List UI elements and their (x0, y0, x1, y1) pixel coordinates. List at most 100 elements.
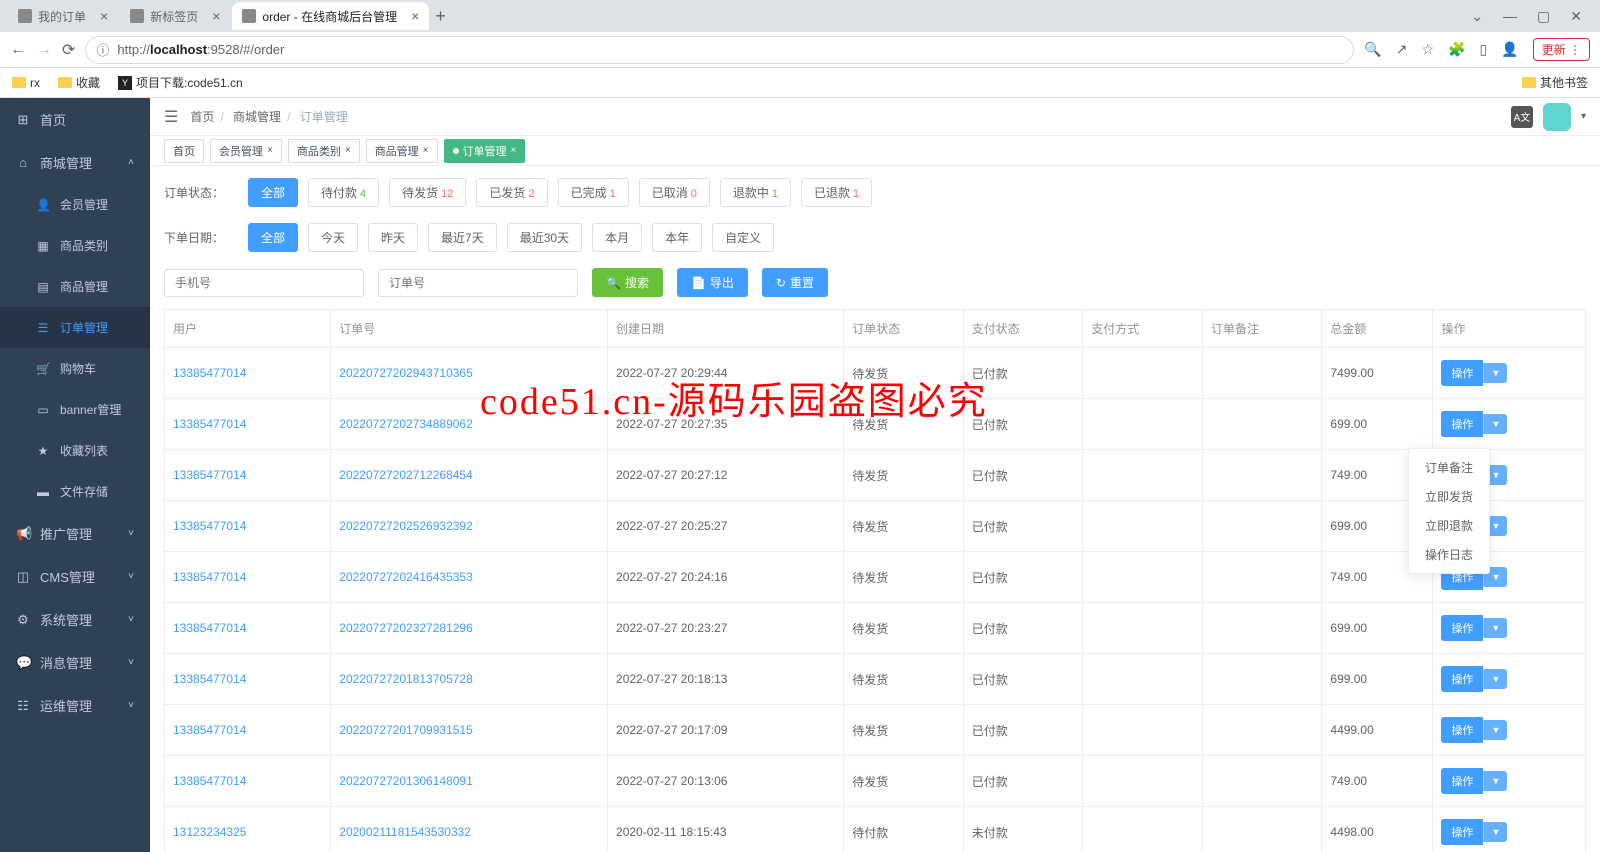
breadcrumb-mall[interactable]: 商城管理 (233, 110, 281, 124)
order-link[interactable]: 20220727202526932392 (339, 519, 472, 533)
nav-tab-商品类别[interactable]: 商品类别× (288, 139, 360, 163)
nav-tab-首页[interactable]: 首页 (164, 139, 204, 163)
caret-down-icon[interactable]: ⌄ (1471, 8, 1483, 25)
date-filter-最近30天[interactable]: 最近30天 (507, 223, 582, 252)
order-link[interactable]: 20220727201709931515 (339, 723, 472, 737)
sidebar-item-商城管理[interactable]: ⌂商城管理˄ (0, 141, 150, 184)
browser-tab-1[interactable]: 新标签页× (120, 2, 230, 30)
hamburger-icon[interactable]: ☰ (164, 107, 178, 127)
extensions-icon[interactable]: 🧩 (1448, 41, 1465, 58)
sidebar-item-消息管理[interactable]: 💬消息管理˅ (0, 641, 150, 684)
close-icon[interactable]: × (267, 145, 273, 156)
reload-icon[interactable]: ⟳ (62, 40, 75, 60)
close-icon[interactable]: × (411, 8, 419, 24)
export-button[interactable]: 📄导出 (677, 268, 748, 297)
panel-icon[interactable]: ▯ (1479, 41, 1487, 58)
sidebar-item-系统管理[interactable]: ⚙系统管理˅ (0, 598, 150, 641)
new-tab-button[interactable]: + (435, 6, 446, 27)
close-icon[interactable]: × (423, 145, 429, 156)
bookmark-code51[interactable]: Y项目下载:code51.cn (118, 74, 243, 91)
breadcrumb-home[interactable]: 首页 (190, 110, 214, 124)
operate-button[interactable]: 操作 (1441, 819, 1483, 845)
bookmark-favorites[interactable]: 收藏 (58, 74, 100, 91)
operate-button[interactable]: 操作 (1441, 615, 1483, 641)
reset-button[interactable]: ↻重置 (762, 268, 828, 297)
chevron-down-icon[interactable]: ▼ (1483, 669, 1507, 689)
zoom-icon[interactable]: 🔍 (1364, 41, 1381, 58)
update-button[interactable]: 更新 ⋮ (1533, 38, 1590, 61)
avatar[interactable] (1543, 103, 1571, 131)
user-link[interactable]: 13385477014 (173, 519, 246, 533)
user-link[interactable]: 13385477014 (173, 468, 246, 482)
dropdown-item-立即退款[interactable]: 立即退款 (1409, 511, 1489, 540)
sidebar-item-订单管理[interactable]: ☰订单管理 (0, 307, 150, 348)
user-link[interactable]: 13385477014 (173, 417, 246, 431)
operate-button[interactable]: 操作 (1441, 411, 1483, 437)
close-icon[interactable]: × (511, 145, 517, 156)
close-icon[interactable]: × (212, 8, 220, 24)
date-filter-全部[interactable]: 全部 (248, 223, 298, 252)
sidebar-item-会员管理[interactable]: 👤会员管理 (0, 184, 150, 225)
minimize-icon[interactable]: — (1503, 8, 1517, 25)
browser-tab-2[interactable]: order - 在线商城后台管理× (232, 2, 429, 30)
order-link[interactable]: 20220727202734889062 (339, 417, 472, 431)
chevron-down-icon[interactable]: ▼ (1483, 822, 1507, 842)
dropdown-item-订单备注[interactable]: 订单备注 (1409, 453, 1489, 482)
order-link[interactable]: 20200211181543530332 (339, 825, 471, 839)
status-filter-待付款[interactable]: 待付款4 (308, 178, 379, 207)
sidebar-item-收藏列表[interactable]: ★收藏列表 (0, 430, 150, 471)
chevron-down-icon[interactable]: ▾ (1581, 111, 1586, 122)
sidebar-item-首页[interactable]: ⊞首页 (0, 98, 150, 141)
profile-icon[interactable]: 👤 (1501, 41, 1518, 58)
order-link[interactable]: 20220727202416435353 (339, 570, 472, 584)
bookmark-rx[interactable]: rx (12, 76, 40, 90)
search-button[interactable]: 🔍搜索 (592, 268, 663, 297)
order-link[interactable]: 20220727201813705728 (339, 672, 472, 686)
chevron-down-icon[interactable]: ▼ (1483, 720, 1507, 740)
chevron-down-icon[interactable]: ▼ (1483, 414, 1507, 434)
date-filter-自定义[interactable]: 自定义 (712, 223, 774, 252)
date-filter-最近7天[interactable]: 最近7天 (428, 223, 497, 252)
status-filter-待发货[interactable]: 待发货12 (389, 178, 466, 207)
sidebar-item-运维管理[interactable]: ☷运维管理˅ (0, 684, 150, 727)
back-icon[interactable]: ← (10, 41, 26, 59)
order-link[interactable]: 20220727202943710365 (339, 366, 472, 380)
operate-button[interactable]: 操作 (1441, 717, 1483, 743)
close-icon[interactable]: × (100, 8, 108, 24)
phone-input[interactable] (164, 269, 364, 297)
user-link[interactable]: 13385477014 (173, 672, 246, 686)
close-icon[interactable]: × (345, 145, 351, 156)
user-link[interactable]: 13385477014 (173, 621, 246, 635)
url-input[interactable]: ⓘ http://localhost:9528/#/order (85, 36, 1354, 64)
sidebar-item-购物车[interactable]: 🛒购物车 (0, 348, 150, 389)
dropdown-item-立即发货[interactable]: 立即发货 (1409, 482, 1489, 511)
chevron-down-icon[interactable]: ▼ (1483, 771, 1507, 791)
sidebar-item-文件存储[interactable]: ▬文件存储 (0, 471, 150, 512)
sidebar-item-商品类别[interactable]: ▦商品类别 (0, 225, 150, 266)
star-icon[interactable]: ☆ (1421, 41, 1434, 58)
date-filter-昨天[interactable]: 昨天 (368, 223, 418, 252)
order-link[interactable]: 20220727202327281296 (339, 621, 472, 635)
order-link[interactable]: 20220727202712268454 (339, 468, 472, 482)
date-filter-今天[interactable]: 今天 (308, 223, 358, 252)
translate-icon[interactable]: A文 (1511, 106, 1533, 128)
share-icon[interactable]: ↗ (1396, 41, 1408, 58)
status-filter-退款中[interactable]: 退款中1 (720, 178, 791, 207)
other-bookmarks[interactable]: 其他书签 (1522, 74, 1588, 91)
status-filter-已取消[interactable]: 已取消0 (639, 178, 710, 207)
status-filter-已发货[interactable]: 已发货2 (476, 178, 547, 207)
sidebar-item-banner管理[interactable]: ▭banner管理 (0, 389, 150, 430)
status-filter-已完成[interactable]: 已完成1 (558, 178, 629, 207)
nav-tab-会员管理[interactable]: 会员管理× (210, 139, 282, 163)
chevron-down-icon[interactable]: ▼ (1483, 618, 1507, 638)
order-input[interactable] (378, 269, 578, 297)
operate-button[interactable]: 操作 (1441, 666, 1483, 692)
nav-tab-商品管理[interactable]: 商品管理× (366, 139, 438, 163)
date-filter-本年[interactable]: 本年 (652, 223, 702, 252)
status-filter-全部[interactable]: 全部 (248, 178, 298, 207)
user-link[interactable]: 13123234325 (173, 825, 246, 839)
maximize-icon[interactable]: ▢ (1537, 8, 1550, 25)
sidebar-item-CMS管理[interactable]: ◫CMS管理˅ (0, 555, 150, 598)
order-link[interactable]: 20220727201306148091 (339, 774, 472, 788)
user-link[interactable]: 13385477014 (173, 366, 246, 380)
